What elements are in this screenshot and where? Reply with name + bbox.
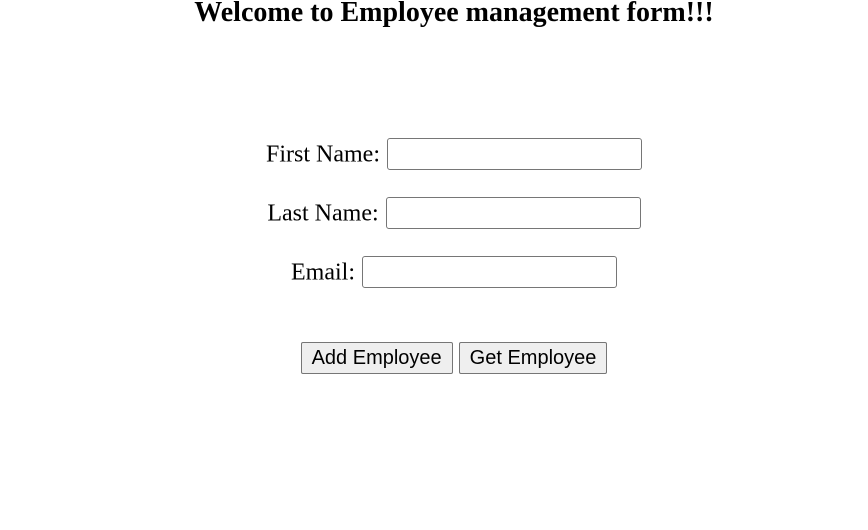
first-name-row: First Name: — [0, 137, 868, 171]
add-employee-button[interactable]: Add Employee — [300, 342, 453, 374]
first-name-label: First Name: — [266, 141, 380, 168]
email-input[interactable] — [361, 256, 617, 289]
last-name-row: Last Name: — [0, 196, 868, 230]
get-employee-button[interactable]: Get Employee — [458, 342, 608, 374]
first-name-input[interactable] — [387, 138, 642, 171]
last-name-input[interactable] — [385, 197, 641, 230]
last-name-label: Last Name: — [267, 200, 379, 227]
button-group: Add Employee Get Employee — [0, 342, 868, 374]
email-row: Email: — [0, 255, 868, 289]
email-label: Email: — [291, 259, 355, 286]
page-title: Welcome to Employee management form!!! — [194, 0, 714, 28]
